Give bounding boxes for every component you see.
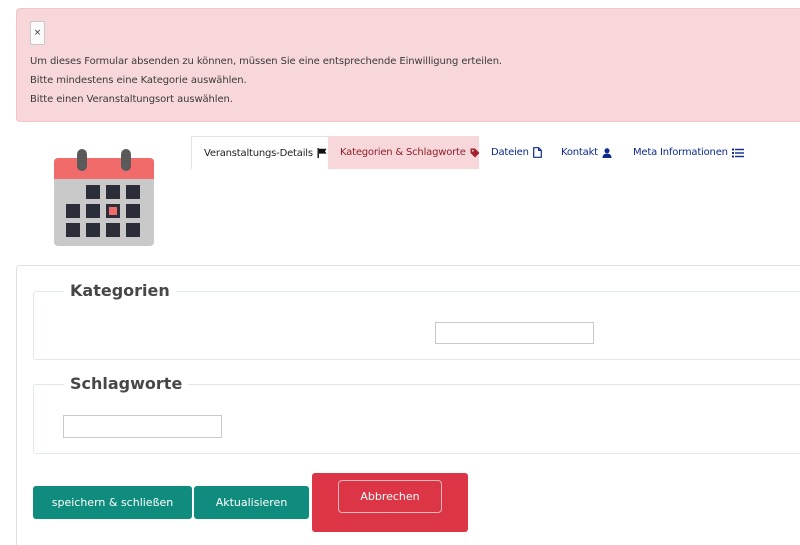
tab-event-details[interactable]: Veranstaltungs-Details	[191, 136, 328, 169]
save-close-button[interactable]: speichern & schließen	[33, 486, 192, 519]
tags-legend: Schlagworte	[64, 374, 189, 393]
tab-categories-tags[interactable]: Kategorien & Schlagworte	[328, 136, 480, 169]
alert-message-consent: Um dieses Formular absenden zu können, m…	[30, 56, 503, 67]
tab-files[interactable]: Dateien	[479, 136, 549, 169]
categories-fieldset: Kategorien	[33, 281, 800, 360]
tab-meta-info-label: Meta Informationen	[633, 147, 728, 158]
alert-message-category: Bitte mindestens eine Kategorie auswähle…	[30, 75, 247, 86]
flag-icon	[317, 148, 327, 158]
tab-meta-info[interactable]: Meta Informationen	[621, 136, 756, 169]
error-alert: × Um dieses Formular absenden zu können,…	[16, 8, 800, 122]
tags-input[interactable]	[63, 415, 222, 438]
update-button[interactable]: Aktualisieren	[194, 486, 309, 519]
tab-files-label: Dateien	[491, 147, 529, 158]
tab-categories-tags-label: Kategorien & Schlagworte	[340, 147, 466, 158]
user-icon	[602, 147, 612, 158]
form-tabs: Veranstaltungs-Details Kategorien & Schl…	[191, 136, 756, 169]
tab-event-details-label: Veranstaltungs-Details	[204, 147, 313, 159]
cancel-button[interactable]: Abbrechen	[338, 480, 442, 513]
file-icon	[532, 147, 542, 158]
list-icon	[731, 148, 744, 158]
tab-contact[interactable]: Kontakt	[549, 136, 621, 169]
alert-message-location: Bitte einen Veranstaltungsort auswählen.	[30, 94, 233, 105]
alert-close-button[interactable]: ×	[30, 21, 45, 45]
calendar-logo-icon	[53, 148, 155, 248]
categories-select[interactable]	[435, 322, 594, 344]
tab-contact-label: Kontakt	[561, 147, 598, 158]
categories-legend: Kategorien	[64, 281, 176, 300]
